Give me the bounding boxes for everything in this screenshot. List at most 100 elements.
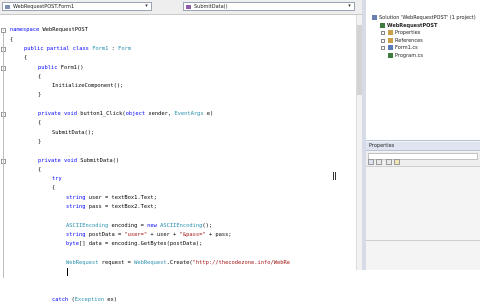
code-token: : bbox=[108, 45, 119, 52]
properties-title: Properties bbox=[366, 142, 480, 151]
code-token: { bbox=[52, 185, 56, 192]
code-token: [] data = encoding.GetBytes(postData); bbox=[78, 241, 203, 248]
outline-guide bbox=[3, 33, 4, 279]
code-line: byte[] data = encoding.GetBytes(postData… bbox=[66, 240, 202, 249]
code-line: { bbox=[10, 36, 13, 45]
code-token: byte bbox=[66, 241, 79, 248]
code-line: { bbox=[38, 166, 41, 175]
code-token: e) bbox=[203, 111, 214, 117]
code-token: void bbox=[63, 111, 77, 117]
solution-tree-item[interactable]: WebRequestPOST bbox=[380, 22, 438, 30]
code-line: try bbox=[52, 175, 62, 184]
code-token: string bbox=[66, 194, 86, 201]
properties-grid[interactable] bbox=[366, 167, 480, 270]
code-line: string user = textBox1.Text; bbox=[66, 194, 157, 203]
file-icon bbox=[380, 22, 385, 28]
properties-icon[interactable] bbox=[386, 159, 392, 165]
code-token: ex) bbox=[103, 297, 117, 303]
code-token: Form1 bbox=[92, 45, 109, 52]
solution-tree-item[interactable]: Solution 'WebRequestPOST' (1 project) bbox=[372, 15, 476, 22]
text-cursor-icon bbox=[333, 172, 336, 180]
file-icon bbox=[388, 52, 393, 58]
code-token: WebRequestPOST bbox=[39, 27, 88, 34]
code-token: user = textBox1.Text; bbox=[85, 194, 157, 201]
type-dropdown-label: WebRequestPOST.Form1 bbox=[13, 4, 75, 10]
properties-object-select[interactable] bbox=[368, 153, 478, 160]
code-line: { bbox=[24, 54, 27, 63]
code-token: "&pass=" bbox=[179, 231, 206, 238]
code-token: EventArgs bbox=[174, 111, 204, 117]
member-dropdown[interactable]: SubmitData() ▾ bbox=[183, 2, 355, 11]
navigation-bar: WebRequestPOST.Form1 ▾ SubmitData() ▾ bbox=[0, 0, 362, 15]
code-token: SubmitData() bbox=[76, 157, 120, 164]
code-token: encoding = bbox=[108, 222, 148, 229]
code-token: + pass; bbox=[205, 231, 232, 238]
code-token: ASCIIEncoding bbox=[66, 222, 109, 229]
code-token: { bbox=[38, 166, 42, 173]
code-token: string bbox=[66, 231, 86, 238]
code-token: Form1() bbox=[57, 64, 84, 71]
code-line: WebRequest request = WebRequest.Create("… bbox=[66, 259, 290, 268]
alphabetical-icon[interactable] bbox=[376, 159, 382, 165]
code-token: void bbox=[63, 157, 77, 164]
file-icon bbox=[388, 37, 393, 43]
code-token: string bbox=[66, 204, 86, 210]
code-line: private void button1_Click(object sender… bbox=[38, 110, 213, 119]
expand-toggle-icon[interactable] bbox=[381, 38, 385, 43]
code-line: { bbox=[52, 184, 55, 193]
code-line: public Form1() bbox=[38, 64, 83, 73]
code-token: } bbox=[38, 92, 42, 99]
type-dropdown[interactable]: WebRequestPOST.Form1 ▾ bbox=[2, 2, 152, 11]
text-caret bbox=[67, 268, 68, 277]
code-line: } bbox=[38, 91, 41, 100]
tree-item-label: WebRequestPOST bbox=[387, 22, 438, 29]
tree-item-label: Program.cs bbox=[395, 52, 424, 59]
code-token: private bbox=[38, 111, 61, 117]
tree-item-label: References bbox=[395, 37, 423, 44]
code-line: { bbox=[38, 73, 41, 82]
chevron-down-icon: ▾ bbox=[145, 3, 148, 9]
code-token: WebRequest bbox=[66, 259, 99, 266]
code-token: { bbox=[10, 36, 14, 43]
code-token: button1_Click( bbox=[76, 111, 126, 117]
code-line: private void SubmitData() bbox=[38, 157, 119, 166]
properties-divider bbox=[366, 240, 480, 241]
code-token: } bbox=[38, 138, 42, 145]
class-icon bbox=[5, 5, 10, 9]
file-icon bbox=[388, 45, 393, 50]
code-token: private bbox=[38, 157, 61, 164]
expand-toggle-icon[interactable] bbox=[381, 31, 385, 35]
solution-tree-item[interactable]: Form1.cs bbox=[388, 45, 418, 52]
code-editor[interactable]: WebRequestPOST.Form1 ▾ SubmitData() ▾ --… bbox=[0, 0, 363, 303]
code-token: request = bbox=[98, 259, 135, 266]
solution-tree-item[interactable]: Properties bbox=[388, 30, 420, 37]
code-token: ASCIIEncoding bbox=[160, 222, 203, 229]
code-token: public bbox=[38, 64, 58, 71]
file-icon bbox=[388, 30, 393, 35]
solution-explorer[interactable]: Solution 'WebRequestPOST' (1 project) Web… bbox=[366, 0, 480, 141]
tree-item-label: Solution 'WebRequestPOST' (1 project) bbox=[379, 15, 476, 21]
code-token: catch bbox=[52, 297, 69, 303]
categorized-icon[interactable] bbox=[368, 159, 374, 165]
code-line: public partial class Form1 : Form bbox=[24, 45, 131, 54]
solution-tree-item[interactable]: References bbox=[388, 37, 423, 45]
code-line: { bbox=[38, 119, 41, 128]
tool-windows: Solution 'WebRequestPOST' (1 project) Web… bbox=[366, 0, 480, 270]
code-token: postData = bbox=[85, 231, 125, 238]
code-token: Exception bbox=[74, 297, 104, 303]
method-icon bbox=[186, 5, 191, 9]
code-token: "http://thecodezone.info/WebRe bbox=[192, 259, 290, 266]
code-token: try bbox=[52, 176, 62, 183]
code-token: InitializeComponent(); bbox=[52, 83, 124, 90]
code-token: class bbox=[72, 45, 89, 52]
expand-toggle-icon[interactable] bbox=[381, 46, 385, 50]
code-token: object bbox=[125, 111, 146, 117]
outline-gutter bbox=[0, 15, 8, 270]
file-icon bbox=[372, 15, 377, 20]
code-token: Form bbox=[118, 45, 132, 52]
code-line: string postData = "user=" + user + "&pas… bbox=[66, 231, 232, 240]
events-icon[interactable] bbox=[394, 159, 400, 165]
tree-item-label: Form1.cs bbox=[395, 45, 418, 51]
solution-tree-item[interactable]: Program.cs bbox=[388, 52, 424, 60]
member-dropdown-label: SubmitData() bbox=[194, 4, 228, 10]
